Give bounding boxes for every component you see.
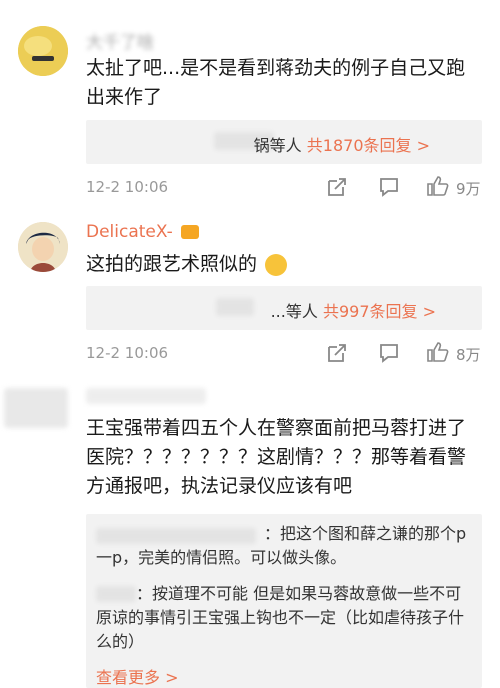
reply-box[interactable]: 锅等人 共1870条回复 > xyxy=(86,120,482,164)
share-icon[interactable] xyxy=(326,176,354,200)
reply-preview: ...等人 xyxy=(270,302,318,321)
reply-box[interactable]: ...等人 共997条回复 > xyxy=(86,286,482,330)
username-blur xyxy=(86,388,206,404)
vip-badge-icon xyxy=(181,225,200,239)
like-icon[interactable] xyxy=(426,341,454,365)
reply-box: ：把这个图和薛之谦的那个p一p，完美的情侣照。可以做头像。 ：按道理不可能 但是… xyxy=(86,514,482,688)
avatar-image xyxy=(18,26,68,76)
username[interactable]: 大千了啥 xyxy=(86,28,154,53)
reply-item[interactable]: ：按道理不可能 但是如果马蓉故意做一些不可原谅的事情引王宝强上钩也不一定（比如虐… xyxy=(96,582,476,654)
like-count: 8万 xyxy=(456,346,481,364)
timestamp: 12-2 10:06 xyxy=(86,178,169,196)
avatar[interactable] xyxy=(18,26,68,76)
emoji-icon xyxy=(265,253,288,276)
see-more-link[interactable]: 查看更多 > xyxy=(96,664,179,688)
comment-text: 这拍的跟艺术照似的 xyxy=(86,250,476,279)
username-text: DelicateX- xyxy=(86,222,173,242)
timestamp: 12-2 10:06 xyxy=(86,344,169,362)
reply-text: ：按道理不可能 但是如果马蓉故意做一些不可原谅的事情引王宝强上钩也不一定（比如虐… xyxy=(96,584,465,651)
reply-text: ：把这个图和薛之谦的那个p一p，完美的情侣照。可以做头像。 xyxy=(96,524,467,567)
reply-preview: 锅等人 xyxy=(253,136,302,155)
reply-count[interactable]: 共997条回复 > xyxy=(323,302,436,321)
comment-text: 王宝强带着四五个人在警察面前把马蓉打进了医院？？？？？？？这剧情？？？那等着看警… xyxy=(86,417,467,497)
comment-text: 太扯了吧...是不是看到蒋劲夫的例子自己又跑出来作了 xyxy=(86,57,466,108)
avatar[interactable] xyxy=(18,222,68,272)
comment-3: 王宝强带着四五个人在警察面前把马蓉打进了医院？？？？？？？这剧情？？？那等着看警… xyxy=(0,378,500,688)
comment-text-content: 这拍的跟艺术照似的 xyxy=(86,253,258,275)
avatar[interactable] xyxy=(4,388,68,428)
reply-summary[interactable]: 锅等人 共1870条回复 > xyxy=(254,132,430,156)
share-icon[interactable] xyxy=(326,342,354,366)
username[interactable]: DelicateX- xyxy=(86,222,200,242)
comment-icon[interactable] xyxy=(378,342,406,366)
reply-item[interactable]: ：把这个图和薛之谦的那个p一p，完美的情侣照。可以做头像。 xyxy=(96,522,476,570)
avatar-image xyxy=(18,222,68,272)
comment-icon[interactable] xyxy=(378,176,406,200)
like-icon[interactable] xyxy=(426,175,454,199)
reply-avatar-blur xyxy=(216,298,254,316)
like-count: 9万 xyxy=(456,180,481,198)
comment-1: 大千了啥 太扯了吧...是不是看到蒋劲夫的例子自己又跑出来作了 锅等人 共187… xyxy=(0,0,500,210)
reply-count[interactable]: 共1870条回复 > xyxy=(307,136,430,155)
reply-summary[interactable]: ...等人 共997条回复 > xyxy=(271,298,436,322)
comment-2: DelicateX- 这拍的跟艺术照似的 ...等人 共997条回复 > 12-… xyxy=(0,210,500,378)
